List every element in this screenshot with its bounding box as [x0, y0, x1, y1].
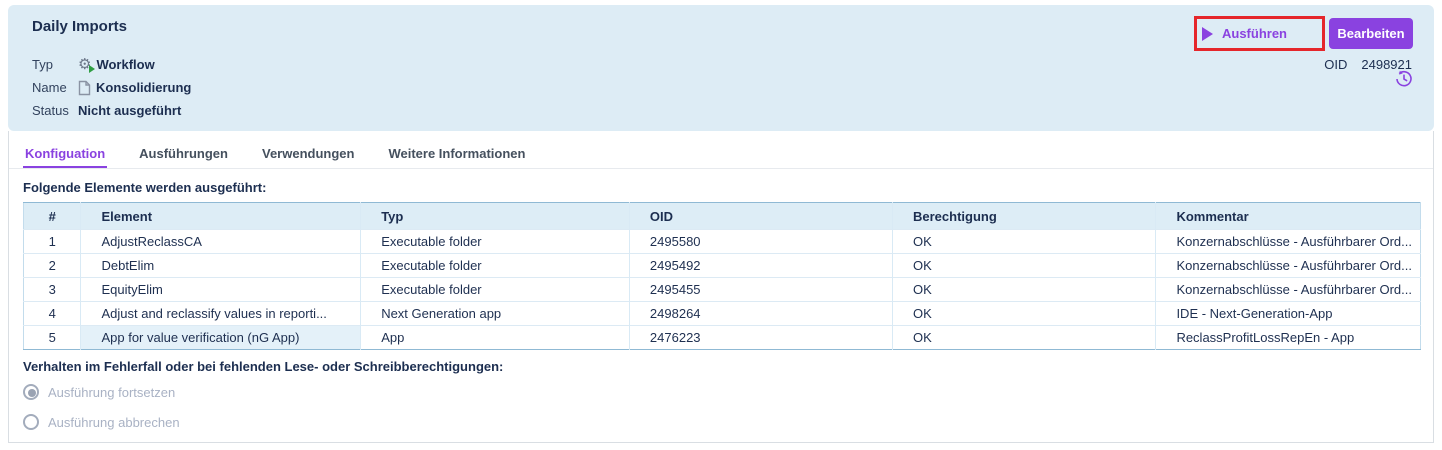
page: Daily Imports Typ ⚙ Workflow Name Konsol… — [0, 0, 1442, 450]
table-cell[interactable]: DebtElim — [81, 254, 361, 278]
radio-option[interactable]: Ausführung fortsetzen — [23, 384, 175, 400]
table-row[interactable]: 2DebtElimExecutable folder2495492OKKonze… — [24, 254, 1421, 278]
table-body: 1AdjustReclassCAExecutable folder2495580… — [24, 230, 1421, 350]
table-cell[interactable]: EquityElim — [81, 278, 361, 302]
table-cell[interactable]: 2495455 — [629, 278, 892, 302]
table-cell[interactable]: 2 — [24, 254, 81, 278]
table-cell[interactable]: Konzernabschlüsse - Ausführbarer Ord... — [1156, 278, 1421, 302]
table-column-header[interactable]: # — [24, 203, 81, 230]
tab-weitere-informationen[interactable]: Weitere Informationen — [386, 140, 527, 168]
error-behavior-label: Verhalten im Fehlerfall oder bei fehlend… — [23, 359, 503, 374]
meta-label-status: Status — [32, 103, 78, 118]
table-row[interactable]: 1AdjustReclassCAExecutable folder2495580… — [24, 230, 1421, 254]
table-row[interactable]: 3EquityElimExecutable folder2495455OKKon… — [24, 278, 1421, 302]
table-cell[interactable]: OK — [892, 254, 1155, 278]
tab-verwendungen[interactable]: Verwendungen — [260, 140, 356, 168]
table-cell[interactable]: App — [361, 326, 630, 350]
table-cell[interactable]: AdjustReclassCA — [81, 230, 361, 254]
radio-label: Ausführung abbrechen — [48, 415, 180, 430]
meta-value-typ: ⚙ Workflow — [78, 57, 155, 72]
table-cell[interactable]: OK — [892, 278, 1155, 302]
document-icon — [78, 80, 91, 96]
table-column-header[interactable]: Typ — [361, 203, 630, 230]
table-cell[interactable]: App for value verification (nG App) — [81, 326, 361, 350]
workflow-icon: ⚙ — [78, 57, 91, 72]
meta-value-typ-text: Workflow — [96, 57, 154, 72]
table-cell[interactable]: Next Generation app — [361, 302, 630, 326]
table-cell[interactable]: 2476223 — [629, 326, 892, 350]
header-meta: Typ ⚙ Workflow Name Konsolidierung Statu… — [32, 53, 191, 122]
page-title: Daily Imports — [32, 18, 127, 35]
table-cell[interactable]: 2495492 — [629, 254, 892, 278]
meta-value-name: Konsolidierung — [78, 80, 191, 96]
content-panel: Konfiguation Ausführungen Verwendungen W… — [8, 131, 1434, 443]
table-cell[interactable]: Konzernabschlüsse - Ausführbarer Ord... — [1156, 230, 1421, 254]
table-cell[interactable]: OK — [892, 326, 1155, 350]
radio-icon — [23, 414, 39, 430]
table-cell[interactable]: OK — [892, 230, 1155, 254]
oid-label: OID — [1324, 57, 1347, 72]
meta-value-name-text: Konsolidierung — [96, 80, 191, 95]
meta-label-name: Name — [32, 80, 78, 95]
header-actions: Ausführen Bearbeiten OID 2498921 — [0, 5, 1434, 131]
table-cell[interactable]: Adjust and reclassify values in reporti.… — [81, 302, 361, 326]
table-cell[interactable]: 1 — [24, 230, 81, 254]
intro-text: Folgende Elemente werden ausgeführt: — [23, 180, 266, 195]
table-row[interactable]: 5App for value verification (nG App)App2… — [24, 326, 1421, 350]
table-cell[interactable]: 3 — [24, 278, 81, 302]
status-value: Nicht ausgeführt — [78, 103, 181, 118]
edit-button[interactable]: Bearbeiten — [1329, 18, 1413, 49]
table-cell[interactable]: 5 — [24, 326, 81, 350]
radio-label: Ausführung fortsetzen — [48, 385, 175, 400]
table-cell[interactable]: Konzernabschlüsse - Ausführbarer Ord... — [1156, 254, 1421, 278]
table-column-header[interactable]: Element — [81, 203, 361, 230]
table-column-header[interactable]: OID — [629, 203, 892, 230]
tab-konfiguration[interactable]: Konfiguation — [23, 140, 107, 168]
header-panel: Daily Imports Typ ⚙ Workflow Name Konsol… — [8, 5, 1434, 131]
table-row[interactable]: 4Adjust and reclassify values in reporti… — [24, 302, 1421, 326]
radio-option[interactable]: Ausführung abbrechen — [23, 414, 180, 430]
table-header-row: #ElementTypOIDBerechtigungKommentar — [24, 203, 1421, 230]
tab-strip: Konfiguation Ausführungen Verwendungen W… — [9, 140, 1433, 169]
table-cell[interactable]: 2498264 — [629, 302, 892, 326]
element-table: #ElementTypOIDBerechtigungKommentar 1Adj… — [23, 202, 1421, 350]
meta-row-name: Name Konsolidierung — [32, 76, 191, 99]
meta-label-typ: Typ — [32, 57, 78, 72]
meta-row-status: Status Nicht ausgeführt — [32, 99, 191, 122]
table-cell[interactable]: IDE - Next-Generation-App — [1156, 302, 1421, 326]
tab-ausfuehrungen[interactable]: Ausführungen — [137, 140, 230, 168]
table-column-header[interactable]: Berechtigung — [892, 203, 1155, 230]
table-cell[interactable]: 2495580 — [629, 230, 892, 254]
history-icon[interactable] — [1395, 70, 1413, 93]
run-button[interactable]: Ausführen — [1202, 20, 1287, 47]
table-cell[interactable]: OK — [892, 302, 1155, 326]
meta-row-typ: Typ ⚙ Workflow — [32, 53, 191, 76]
run-button-label: Ausführen — [1222, 26, 1287, 41]
play-icon — [1202, 27, 1213, 41]
table-cell[interactable]: 4 — [24, 302, 81, 326]
table-column-header[interactable]: Kommentar — [1156, 203, 1421, 230]
table-cell[interactable]: Executable folder — [361, 254, 630, 278]
table-cell[interactable]: ReclassProfitLossRepEn - App — [1156, 326, 1421, 350]
radio-icon — [23, 384, 39, 400]
table-cell[interactable]: Executable folder — [361, 230, 630, 254]
table-cell[interactable]: Executable folder — [361, 278, 630, 302]
